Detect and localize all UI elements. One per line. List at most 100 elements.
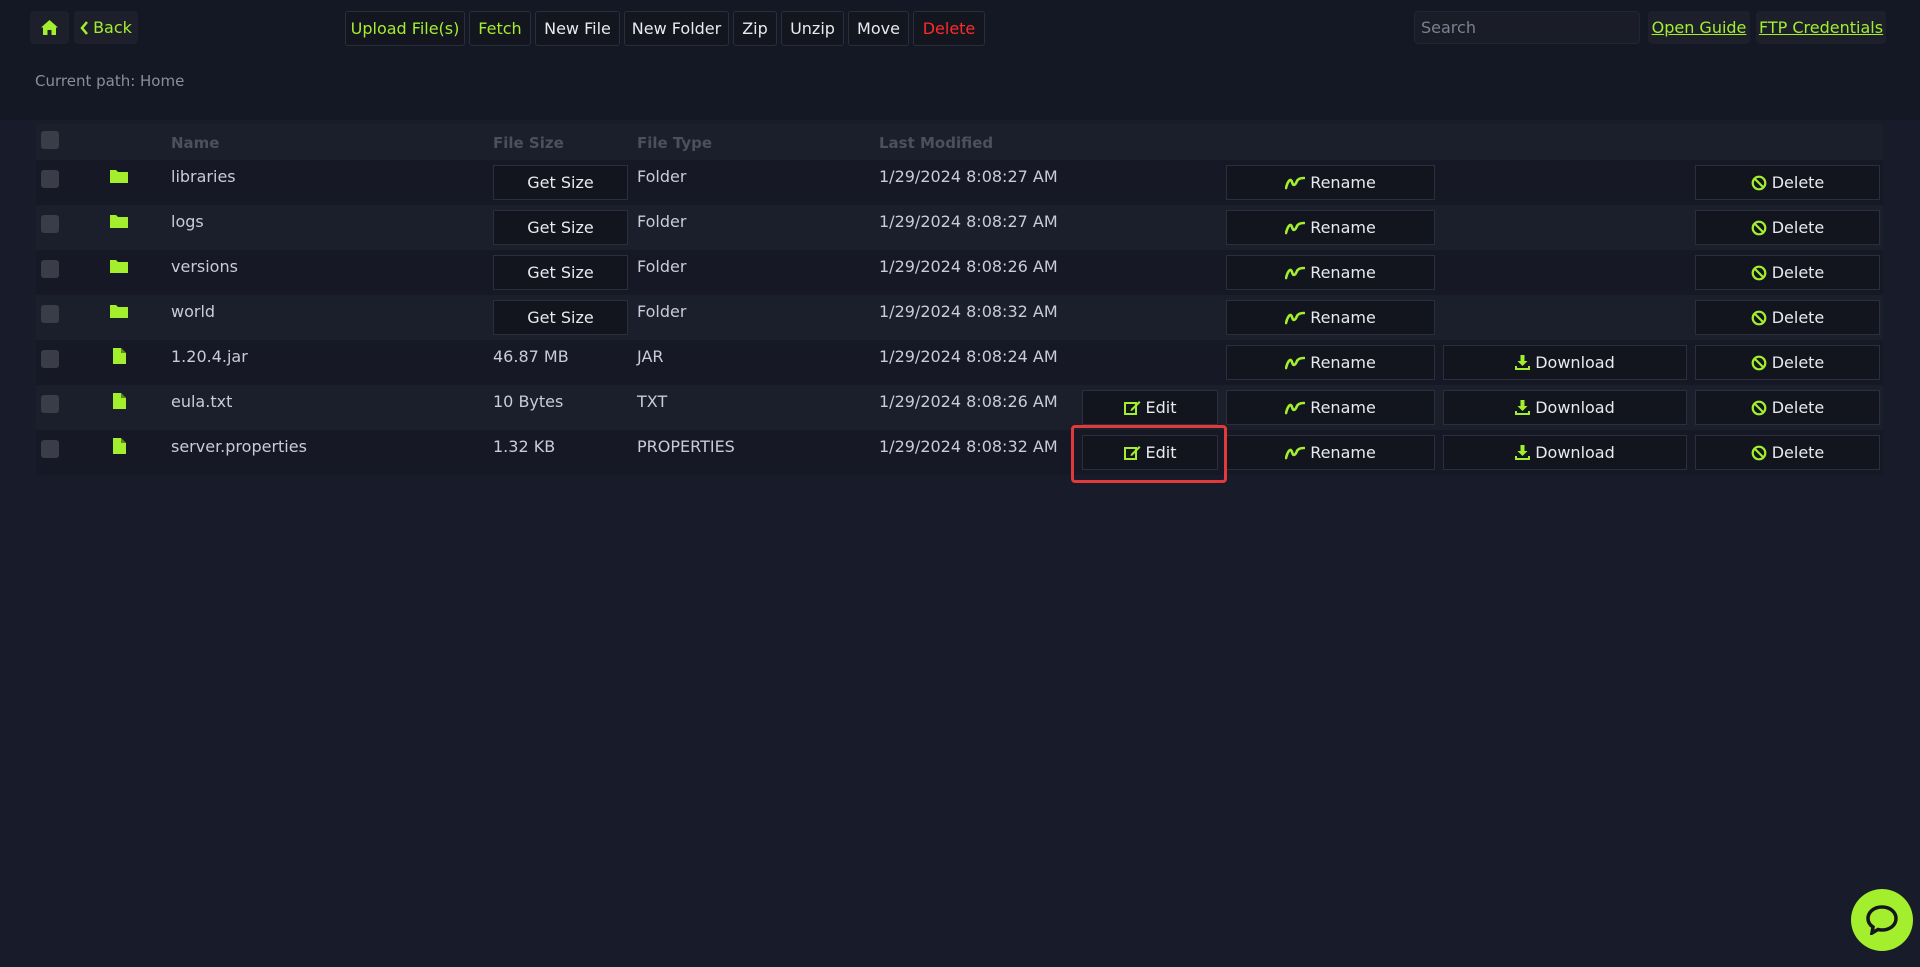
delete-button[interactable]: Delete	[1695, 210, 1880, 245]
rename-button[interactable]: Rename	[1226, 300, 1435, 335]
file-type: Folder	[637, 302, 687, 321]
upload-files-button[interactable]: Upload File(s)	[345, 11, 465, 46]
get-size-button[interactable]: Get Size	[493, 210, 628, 245]
edit-icon	[1123, 445, 1141, 460]
last-modified: 1/29/2024 8:08:27 AM	[879, 167, 1058, 186]
file-name: libraries	[171, 167, 236, 186]
new-file-button[interactable]: New File	[535, 11, 620, 46]
file-type: Folder	[637, 257, 687, 276]
file-name: eula.txt	[171, 392, 233, 411]
move-button[interactable]: Move	[848, 11, 909, 46]
file-name: server.properties	[171, 437, 307, 456]
rename-icon	[1285, 176, 1306, 190]
file-name: logs	[171, 212, 204, 231]
table-row: eula.txt 10 Bytes TXT 1/29/2024 8:08:26 AM E…	[36, 385, 1883, 430]
download-icon	[1515, 355, 1531, 370]
rename-icon	[1285, 221, 1306, 235]
rename-button[interactable]: Rename	[1226, 390, 1435, 425]
row-checkbox[interactable]	[41, 170, 59, 188]
delete-button[interactable]: Delete	[1695, 165, 1880, 200]
header-file-size: File Size	[493, 134, 564, 152]
chat-bubble-icon	[1866, 905, 1898, 935]
file-icon	[110, 348, 128, 364]
edit-button[interactable]: Edit	[1082, 435, 1218, 470]
folder-icon	[110, 258, 128, 274]
last-modified: 1/29/2024 8:08:26 AM	[879, 257, 1058, 276]
back-label: Back	[93, 18, 132, 37]
download-button[interactable]: Download	[1443, 435, 1687, 470]
file-size: 1.32 KB	[493, 437, 556, 456]
search-input[interactable]	[1414, 11, 1640, 44]
table-row: libraries Get Size Folder 1/29/2024 8:08:27…	[36, 160, 1883, 205]
chevron-left-icon	[80, 20, 89, 35]
unzip-button[interactable]: Unzip	[781, 11, 844, 46]
file-icon	[110, 438, 128, 454]
row-checkbox[interactable]	[41, 305, 59, 323]
row-checkbox[interactable]	[41, 350, 59, 368]
download-label: Download	[1535, 443, 1615, 462]
rename-label: Rename	[1310, 218, 1376, 237]
delete-button[interactable]: Delete	[1695, 255, 1880, 290]
header-last-modified: Last Modified	[879, 134, 994, 152]
row-checkbox[interactable]	[41, 440, 59, 458]
rename-button[interactable]: Rename	[1226, 345, 1435, 380]
file-type: Folder	[637, 167, 687, 186]
home-icon	[41, 20, 58, 35]
table-row: world Get Size Folder 1/29/2024 8:08:32 AM R…	[36, 295, 1883, 340]
download-button[interactable]: Download	[1443, 390, 1687, 425]
rename-button[interactable]: Rename	[1226, 165, 1435, 200]
last-modified: 1/29/2024 8:08:24 AM	[879, 347, 1058, 366]
download-label: Download	[1535, 398, 1615, 417]
file-type: Folder	[637, 212, 687, 231]
last-modified: 1/29/2024 8:08:32 AM	[879, 437, 1058, 456]
open-guide-link[interactable]: Open Guide	[1648, 11, 1750, 44]
delete-label: Delete	[1771, 218, 1825, 237]
edit-label: Edit	[1145, 443, 1177, 462]
get-size-button[interactable]: Get Size	[493, 165, 628, 200]
row-checkbox[interactable]	[41, 395, 59, 413]
delete-selected-button[interactable]: Delete	[913, 11, 985, 46]
rename-icon	[1285, 356, 1306, 370]
ban-icon	[1751, 445, 1767, 461]
folder-icon	[110, 303, 128, 319]
delete-button[interactable]: Delete	[1695, 300, 1880, 335]
header-name: Name	[171, 134, 220, 152]
delete-label: Delete	[1771, 443, 1825, 462]
file-type: PROPERTIES	[637, 437, 735, 456]
back-button[interactable]: Back	[74, 11, 138, 44]
edit-button[interactable]: Edit	[1082, 390, 1218, 425]
delete-button[interactable]: Delete	[1695, 345, 1880, 380]
rename-button[interactable]: Rename	[1226, 255, 1435, 290]
folder-icon	[110, 213, 128, 229]
delete-button[interactable]: Delete	[1695, 390, 1880, 425]
last-modified: 1/29/2024 8:08:32 AM	[879, 302, 1058, 321]
select-all-checkbox[interactable]	[41, 131, 59, 149]
rename-button[interactable]: Rename	[1226, 210, 1435, 245]
delete-button[interactable]: Delete	[1695, 435, 1880, 470]
rename-label: Rename	[1310, 353, 1376, 372]
edit-label: Edit	[1145, 398, 1177, 417]
row-checkbox[interactable]	[41, 215, 59, 233]
rename-label: Rename	[1310, 263, 1376, 282]
get-size-button[interactable]: Get Size	[493, 300, 628, 335]
rename-button[interactable]: Rename	[1226, 435, 1435, 470]
fetch-button[interactable]: Fetch	[469, 11, 531, 46]
download-button[interactable]: Download	[1443, 345, 1687, 380]
last-modified: 1/29/2024 8:08:26 AM	[879, 392, 1058, 411]
zip-button[interactable]: Zip	[733, 11, 777, 46]
download-label: Download	[1535, 353, 1615, 372]
get-size-button[interactable]: Get Size	[493, 255, 628, 290]
ftp-credentials-link[interactable]: FTP Credentials	[1756, 11, 1886, 44]
edit-icon	[1123, 400, 1141, 415]
ban-icon	[1751, 400, 1767, 416]
file-name: world	[171, 302, 216, 321]
row-checkbox[interactable]	[41, 260, 59, 278]
chat-button[interactable]	[1851, 889, 1913, 951]
home-button[interactable]	[30, 11, 69, 44]
ban-icon	[1751, 355, 1767, 371]
new-folder-button[interactable]: New Folder	[624, 11, 729, 46]
rename-icon	[1285, 266, 1306, 280]
file-icon	[110, 393, 128, 409]
rename-label: Rename	[1310, 443, 1376, 462]
rename-icon	[1285, 311, 1306, 325]
